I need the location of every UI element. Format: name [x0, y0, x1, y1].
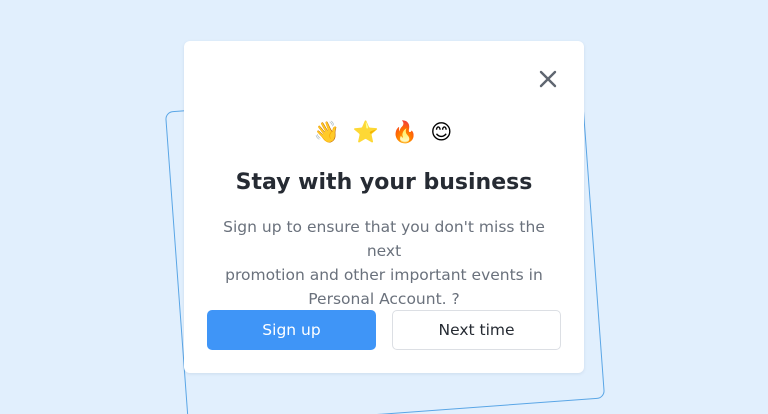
close-button[interactable] [536, 67, 560, 91]
waving-hand-icon: 👋 [313, 120, 342, 144]
description-line-1: Sign up to ensure that you don't miss th… [223, 218, 545, 260]
description-line-2: promotion and other important events in [225, 266, 543, 284]
star-icon: ⭐ [352, 120, 381, 144]
page-background: 👋 ⭐ 🔥 😊 Stay with your business Sign up … [0, 0, 768, 414]
emoji-row: 👋 ⭐ 🔥 😊 [184, 118, 584, 146]
close-icon [539, 70, 557, 88]
sign-up-button[interactable]: Sign up [207, 310, 376, 350]
signup-modal: 👋 ⭐ 🔥 😊 Stay with your business Sign up … [184, 41, 584, 373]
description-line-3: Personal Account. ? [308, 290, 460, 308]
smiling-face-icon: 😊 [430, 120, 455, 144]
modal-description: Sign up to ensure that you don't miss th… [204, 215, 564, 311]
next-time-button[interactable]: Next time [392, 310, 561, 350]
fire-icon: 🔥 [391, 120, 420, 144]
modal-title: Stay with your business [235, 170, 533, 195]
